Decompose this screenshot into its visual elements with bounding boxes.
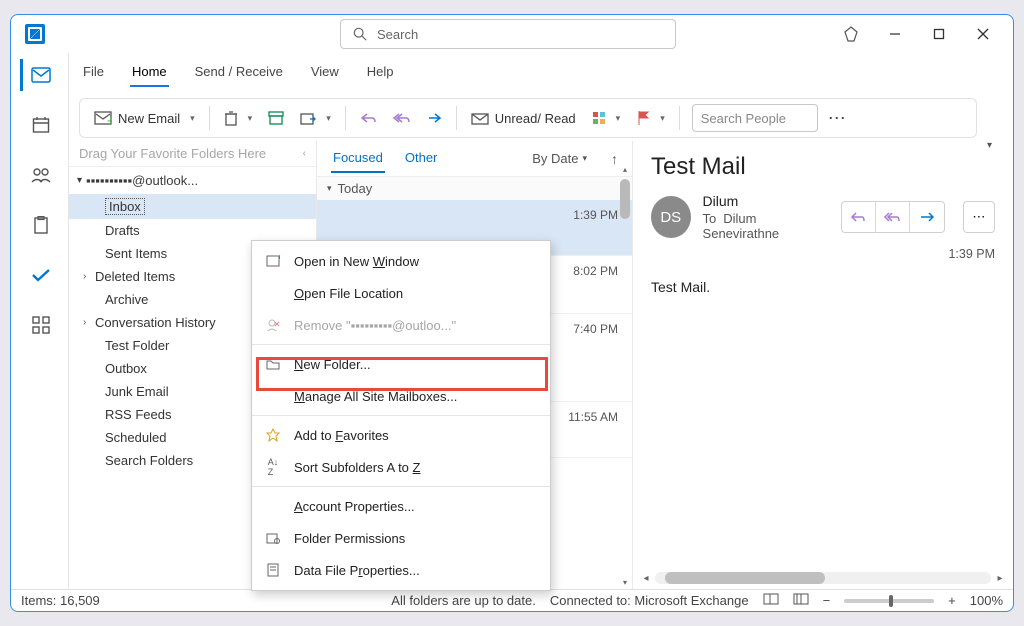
titlebar: Search [11, 15, 1013, 53]
header-actions [841, 201, 945, 233]
forward-button[interactable] [418, 102, 450, 134]
ribbon: + New Email ▾ ▾ ▾ Unread/ Read ▾ ▾ Searc… [69, 95, 1013, 141]
ctx-open-file-location[interactable]: Open File Location [252, 277, 550, 309]
minimize-button[interactable] [873, 15, 917, 53]
star-icon [264, 428, 282, 442]
menu-sendreceive[interactable]: Send / Receive [193, 60, 285, 87]
message-list-header: Focused Other By Date ▾ ↑ [317, 141, 632, 177]
mail-body: Test Mail. [651, 279, 995, 295]
status-connection: Connected to: Microsoft Exchange [550, 593, 749, 608]
reply-all-action-icon[interactable] [876, 201, 910, 233]
search-people-input[interactable]: Search People [692, 104, 818, 132]
tab-other[interactable]: Other [403, 144, 440, 173]
flag-button[interactable]: ▾ [628, 102, 673, 134]
outlook-logo-icon [25, 24, 45, 44]
menubar: File Home Send / Receive View Help [11, 53, 1013, 87]
sort-direction-icon[interactable]: ↑ [611, 151, 618, 167]
search-placeholder: Search [377, 27, 418, 42]
ctx-open-new-window[interactable]: +Open in New Window [252, 245, 550, 277]
zoom-out-button[interactable]: − [823, 593, 831, 608]
account-label: ▪▪▪▪▪▪▪▪▪▪@outlook... [86, 173, 198, 188]
sender-name: Dilum [703, 193, 829, 209]
menu-view[interactable]: View [309, 60, 341, 87]
remove-person-icon [264, 318, 282, 332]
ribbon-more-button[interactable]: ⋯ [818, 108, 857, 129]
delete-button[interactable]: ▾ [216, 102, 261, 134]
tab-focused[interactable]: Focused [331, 144, 385, 173]
tasks-rail-icon[interactable] [20, 209, 60, 241]
mail-rail-icon[interactable] [20, 59, 60, 91]
reply-button[interactable] [352, 102, 384, 134]
ctx-account-properties[interactable]: Account Properties... [252, 490, 550, 522]
zoom-slider[interactable] [844, 599, 934, 603]
group-today[interactable]: ▾Today [317, 177, 632, 200]
sort-by-date[interactable]: By Date ▾ [532, 151, 587, 166]
unread-read-label: Unread/ Read [495, 111, 576, 126]
move-button[interactable]: ▾ [292, 102, 339, 134]
ctx-folder-permissions[interactable]: Folder Permissions [252, 522, 550, 554]
status-bar: Items: 16,509 All folders are up to date… [11, 589, 1013, 611]
reading-pane: Test Mail DS Dilum To Dilum Senevirathne… [633, 141, 1013, 589]
sort-az-icon: A↓Z [264, 457, 282, 477]
ctx-new-folder[interactable]: New Folder... [252, 348, 550, 380]
people-rail-icon[interactable] [20, 159, 60, 191]
ctx-remove-account: Remove "▪▪▪▪▪▪▪▪▪@outloo..." [252, 309, 550, 341]
mail-time: 1:39 PM [651, 247, 995, 261]
unread-read-button[interactable]: Unread/ Read [463, 102, 584, 134]
maximize-button[interactable] [917, 15, 961, 53]
reply-action-icon[interactable] [842, 201, 876, 233]
menu-help[interactable]: Help [365, 60, 396, 87]
envelope-icon [471, 111, 489, 125]
new-email-label: New Email [118, 111, 180, 126]
recipient-line: To Dilum Senevirathne [703, 211, 829, 241]
header-more-button[interactable]: ⋯ [963, 201, 995, 233]
outlook-window: Search File Home Send / Receive View Hel… [10, 14, 1014, 612]
menu-file[interactable]: File [81, 60, 106, 87]
context-menu: +Open in New Window Open File Location R… [251, 240, 551, 591]
left-rail [11, 53, 69, 589]
apps-rail-icon[interactable] [20, 309, 60, 341]
favorites-hint: Drag Your Favorite Folders Here ‹ [69, 141, 316, 167]
collapse-chevron-icon[interactable]: ‹ [303, 148, 306, 159]
calendar-rail-icon[interactable] [20, 109, 60, 141]
archive-button[interactable] [260, 102, 292, 134]
zoom-in-button[interactable]: + [948, 593, 956, 608]
categorize-button[interactable]: ▾ [584, 102, 629, 134]
search-input[interactable]: Search [340, 19, 676, 49]
account-node[interactable]: ▾ ▪▪▪▪▪▪▪▪▪▪@outlook... [69, 167, 316, 194]
reply-all-button[interactable] [384, 102, 418, 134]
new-email-button[interactable]: + New Email ▾ [86, 102, 203, 134]
menu-home[interactable]: Home [130, 60, 169, 87]
premium-icon[interactable] [829, 15, 873, 53]
properties-icon [264, 563, 282, 577]
chevron-down-icon: ▾ [77, 175, 82, 186]
folder-icon [264, 358, 282, 370]
folder-inbox[interactable]: Inbox [69, 194, 316, 219]
todo-rail-icon[interactable] [20, 259, 60, 291]
view-normal-icon[interactable] [763, 593, 779, 608]
ctx-data-file-properties[interactable]: Data File Properties... [252, 554, 550, 586]
reading-hscroll[interactable]: ◂▸ [641, 571, 1005, 585]
permissions-icon [264, 532, 282, 544]
ctx-manage-mailboxes[interactable]: Manage All Site Mailboxes... [252, 380, 550, 412]
status-items: Items: 16,509 [21, 593, 100, 608]
close-button[interactable] [961, 15, 1005, 53]
status-sync: All folders are up to date. [391, 593, 536, 608]
view-reading-icon[interactable] [793, 593, 809, 608]
message-scrollbar[interactable]: ▴ ▾ [618, 177, 632, 589]
svg-text:+: + [107, 113, 112, 125]
svg-text:+: + [276, 255, 280, 263]
new-window-icon: + [264, 255, 282, 267]
search-icon [353, 27, 367, 41]
chevron-down-icon: ▾ [190, 113, 195, 124]
zoom-percent: 100% [970, 593, 1003, 608]
ctx-sort-az[interactable]: A↓ZSort Subfolders A to Z [252, 451, 550, 483]
avatar: DS [651, 196, 691, 238]
forward-action-icon[interactable] [910, 201, 944, 233]
folder-drafts[interactable]: Drafts [69, 219, 316, 242]
ctx-add-favorites[interactable]: Add to Favorites [252, 419, 550, 451]
new-email-icon: + [94, 111, 112, 125]
mail-subject: Test Mail [651, 153, 995, 181]
